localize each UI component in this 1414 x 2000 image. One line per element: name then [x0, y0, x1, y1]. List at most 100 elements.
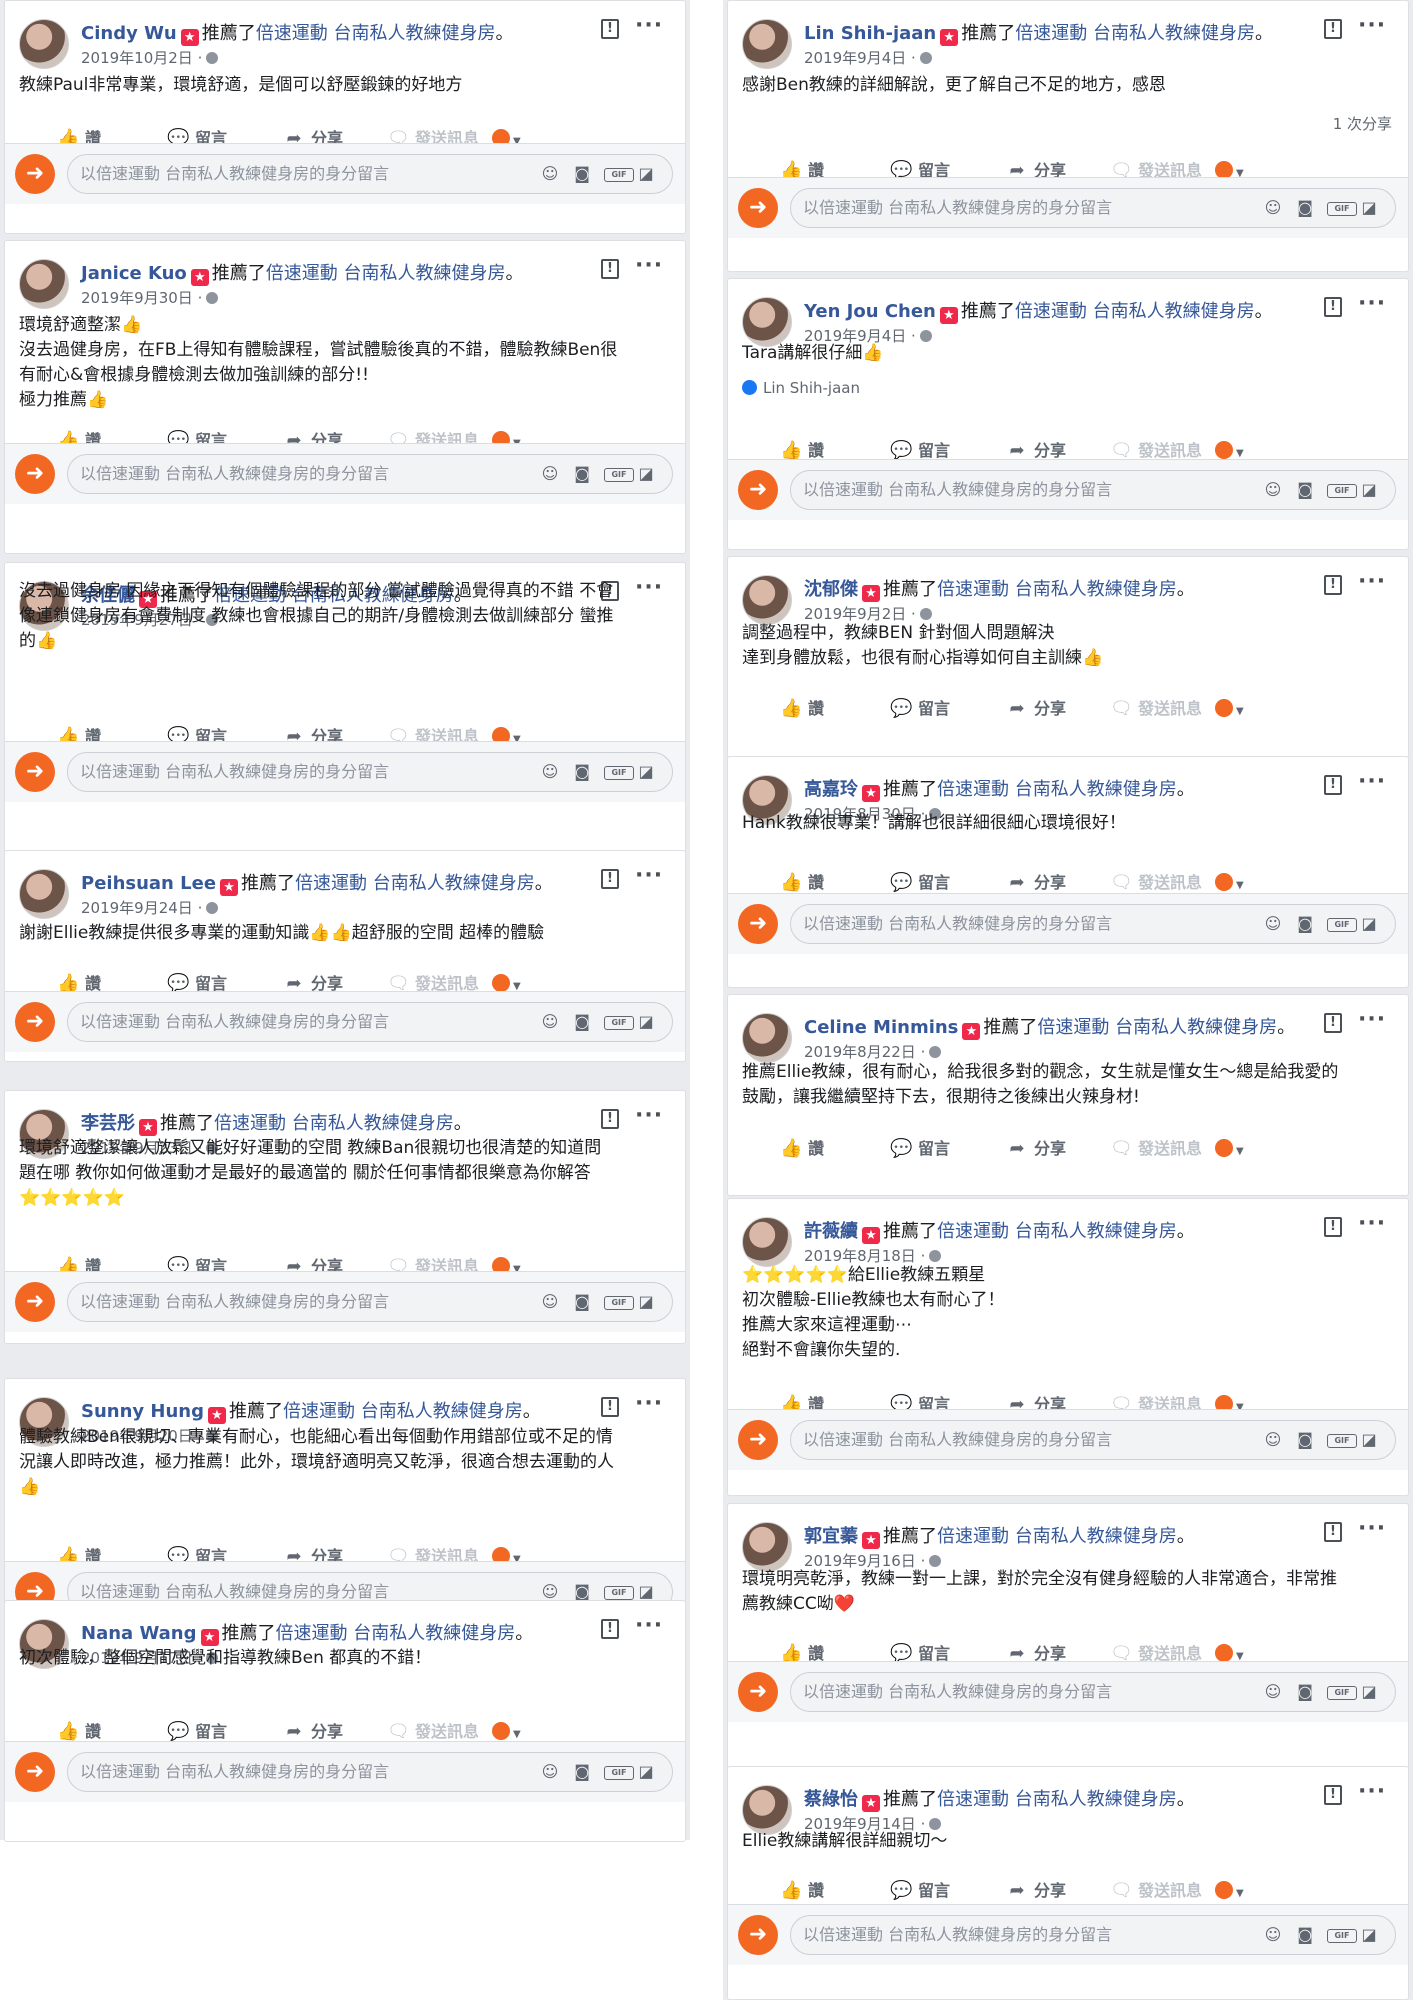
author-name[interactable]: Celine Minmins [804, 1017, 958, 1038]
smiley-icon[interactable]: ☺ [536, 455, 564, 493]
camera-icon[interactable]: ◙ [568, 753, 596, 791]
flag-icon[interactable]: ! [1324, 297, 1342, 317]
gif-icon[interactable]: GIF [600, 1283, 634, 1321]
camera-icon[interactable]: ◙ [568, 1283, 596, 1321]
page-avatar-icon[interactable]: ➜ [15, 752, 55, 792]
sticker-icon[interactable]: ◪ [1355, 1421, 1383, 1459]
sticker-icon[interactable]: ◪ [632, 753, 660, 791]
flag-icon[interactable]: ! [1324, 1785, 1342, 1805]
camera-icon[interactable]: ◙ [1291, 1673, 1319, 1711]
page-name-link[interactable]: 倍速運動 台南私人教練健身房 [937, 1221, 1177, 1242]
page-identity-picker[interactable]: ▼ [1215, 689, 1255, 729]
more-dots-icon[interactable]: ··· [635, 863, 663, 888]
camera-icon[interactable]: ◙ [1291, 189, 1319, 227]
avatar[interactable] [742, 1013, 792, 1063]
sticker-icon[interactable]: ◪ [1355, 471, 1383, 509]
avatar[interactable] [19, 259, 69, 309]
page-avatar-icon[interactable]: ➜ [738, 904, 778, 944]
gif-icon[interactable]: GIF [1323, 1673, 1357, 1711]
share-button[interactable]: ➦ 分享 [1006, 1129, 1066, 1169]
gif-icon[interactable]: GIF [1323, 1421, 1357, 1459]
smiley-icon[interactable]: ☺ [1259, 1916, 1287, 1954]
comment-input[interactable]: 以倍速運動 台南私人教練健身房的身分留言 ☺ ◙ GIF ◪ [67, 154, 673, 194]
share-count[interactable]: 1 次分享 [1333, 113, 1392, 134]
smiley-icon[interactable]: ☺ [536, 155, 564, 193]
page-identity-picker[interactable]: ▼ [1215, 1129, 1255, 1169]
page-name-link[interactable]: 倍速運動 台南私人教練健身房 [295, 873, 535, 894]
comment-input[interactable]: 以倍速運動 台南私人教練健身房的身分留言 ☺ ◙ GIF ◪ [790, 470, 1396, 510]
page-avatar-icon[interactable]: ➜ [15, 1752, 55, 1792]
comment-button[interactable]: 💬 留言 [890, 1129, 950, 1169]
gif-icon[interactable]: GIF [1323, 1916, 1357, 1954]
comment-input[interactable]: 以倍速運動 台南私人教練健身房的身分留言 ☺ ◙ GIF ◪ [67, 752, 673, 792]
page-avatar-icon[interactable]: ➜ [15, 454, 55, 494]
author-name[interactable]: 蔡綠怡 [804, 1789, 858, 1810]
gif-icon[interactable]: GIF [600, 1003, 634, 1041]
avatar[interactable] [19, 869, 69, 919]
comment-input[interactable]: 以倍速運動 台南私人教練健身房的身分留言 ☺ ◙ GIF ◪ [790, 904, 1396, 944]
flag-icon[interactable]: ! [601, 1109, 619, 1129]
smiley-icon[interactable]: ☺ [1259, 1421, 1287, 1459]
page-name-link[interactable]: 倍速運動 台南私人教練健身房 [283, 1401, 523, 1422]
page-avatar-icon[interactable]: ➜ [738, 1915, 778, 1955]
sticker-icon[interactable]: ◪ [1355, 1916, 1383, 1954]
flag-icon[interactable]: ! [1324, 1217, 1342, 1237]
flag-icon[interactable]: ! [601, 869, 619, 889]
smiley-icon[interactable]: ☺ [1259, 189, 1287, 227]
gif-icon[interactable]: GIF [1323, 471, 1357, 509]
gif-icon[interactable]: GIF [1323, 905, 1357, 943]
smiley-icon[interactable]: ☺ [1259, 471, 1287, 509]
camera-icon[interactable]: ◙ [568, 1003, 596, 1041]
sticker-icon[interactable]: ◪ [632, 1753, 660, 1791]
more-dots-icon[interactable]: ··· [1358, 769, 1386, 794]
more-dots-icon[interactable]: ··· [1358, 569, 1386, 594]
page-avatar-icon[interactable]: ➜ [738, 1420, 778, 1460]
gif-icon[interactable]: GIF [1323, 189, 1357, 227]
share-button[interactable]: ➦ 分享 [1006, 689, 1066, 729]
sticker-icon[interactable]: ◪ [632, 1003, 660, 1041]
avatar[interactable] [742, 1522, 792, 1572]
camera-icon[interactable]: ◙ [1291, 905, 1319, 943]
avatar[interactable] [742, 1785, 792, 1835]
author-name[interactable]: Yen Jou Chen [804, 301, 936, 322]
page-name-link[interactable]: 倍速運動 台南私人教練健身房 [1015, 23, 1255, 44]
smiley-icon[interactable]: ☺ [536, 1283, 564, 1321]
page-name-link[interactable]: 倍速運動 台南私人教練健身房 [937, 1526, 1177, 1547]
flag-icon[interactable]: ! [1324, 19, 1342, 39]
comment-button[interactable]: 💬 留言 [890, 689, 950, 729]
page-name-link[interactable]: 倍速運動 台南私人教練健身房 [937, 1789, 1177, 1810]
post-date[interactable]: 2019年9月30日 [81, 289, 193, 307]
avatar[interactable] [19, 19, 69, 69]
author-name[interactable]: Cindy Wu [81, 23, 177, 44]
post-date[interactable]: 2019年8月22日 [804, 1043, 916, 1061]
avatar[interactable] [742, 19, 792, 69]
sticker-icon[interactable]: ◪ [632, 455, 660, 493]
page-name-link[interactable]: 倍速運動 台南私人教練健身房 [937, 779, 1177, 800]
sticker-icon[interactable]: ◪ [632, 1283, 660, 1321]
camera-icon[interactable]: ◙ [568, 155, 596, 193]
more-dots-icon[interactable]: ··· [635, 253, 663, 278]
sticker-icon[interactable]: ◪ [632, 155, 660, 193]
page-name-link[interactable]: 倍速運動 台南私人教練健身房 [256, 23, 496, 44]
more-dots-icon[interactable]: ··· [1358, 1211, 1386, 1236]
more-dots-icon[interactable]: ··· [635, 1613, 663, 1638]
gif-icon[interactable]: GIF [600, 155, 634, 193]
flag-icon[interactable]: ! [1324, 1522, 1342, 1542]
camera-icon[interactable]: ◙ [568, 1753, 596, 1791]
author-name[interactable]: Lin Shih-jaan [804, 23, 936, 44]
page-name-link[interactable]: 倍速運動 台南私人教練健身房 [276, 1623, 516, 1644]
flag-icon[interactable]: ! [601, 19, 619, 39]
sticker-icon[interactable]: ◪ [1355, 905, 1383, 943]
author-name[interactable]: Nana Wang [81, 1623, 197, 1644]
page-avatar-icon[interactable]: ➜ [15, 154, 55, 194]
comment-input[interactable]: 以倍速運動 台南私人教練健身房的身分留言 ☺ ◙ GIF ◪ [790, 1915, 1396, 1955]
like-button[interactable]: 👍 讚 [780, 689, 824, 729]
comment-input[interactable]: 以倍速運動 台南私人教練健身房的身分留言 ☺ ◙ GIF ◪ [790, 188, 1396, 228]
like-button[interactable]: 👍 讚 [780, 1129, 824, 1169]
more-dots-icon[interactable]: ··· [1358, 1007, 1386, 1032]
more-dots-icon[interactable]: ··· [635, 13, 663, 38]
page-avatar-icon[interactable]: ➜ [738, 470, 778, 510]
more-dots-icon[interactable]: ··· [1358, 291, 1386, 316]
camera-icon[interactable]: ◙ [1291, 471, 1319, 509]
comment-input[interactable]: 以倍速運動 台南私人教練健身房的身分留言 ☺ ◙ GIF ◪ [790, 1672, 1396, 1712]
